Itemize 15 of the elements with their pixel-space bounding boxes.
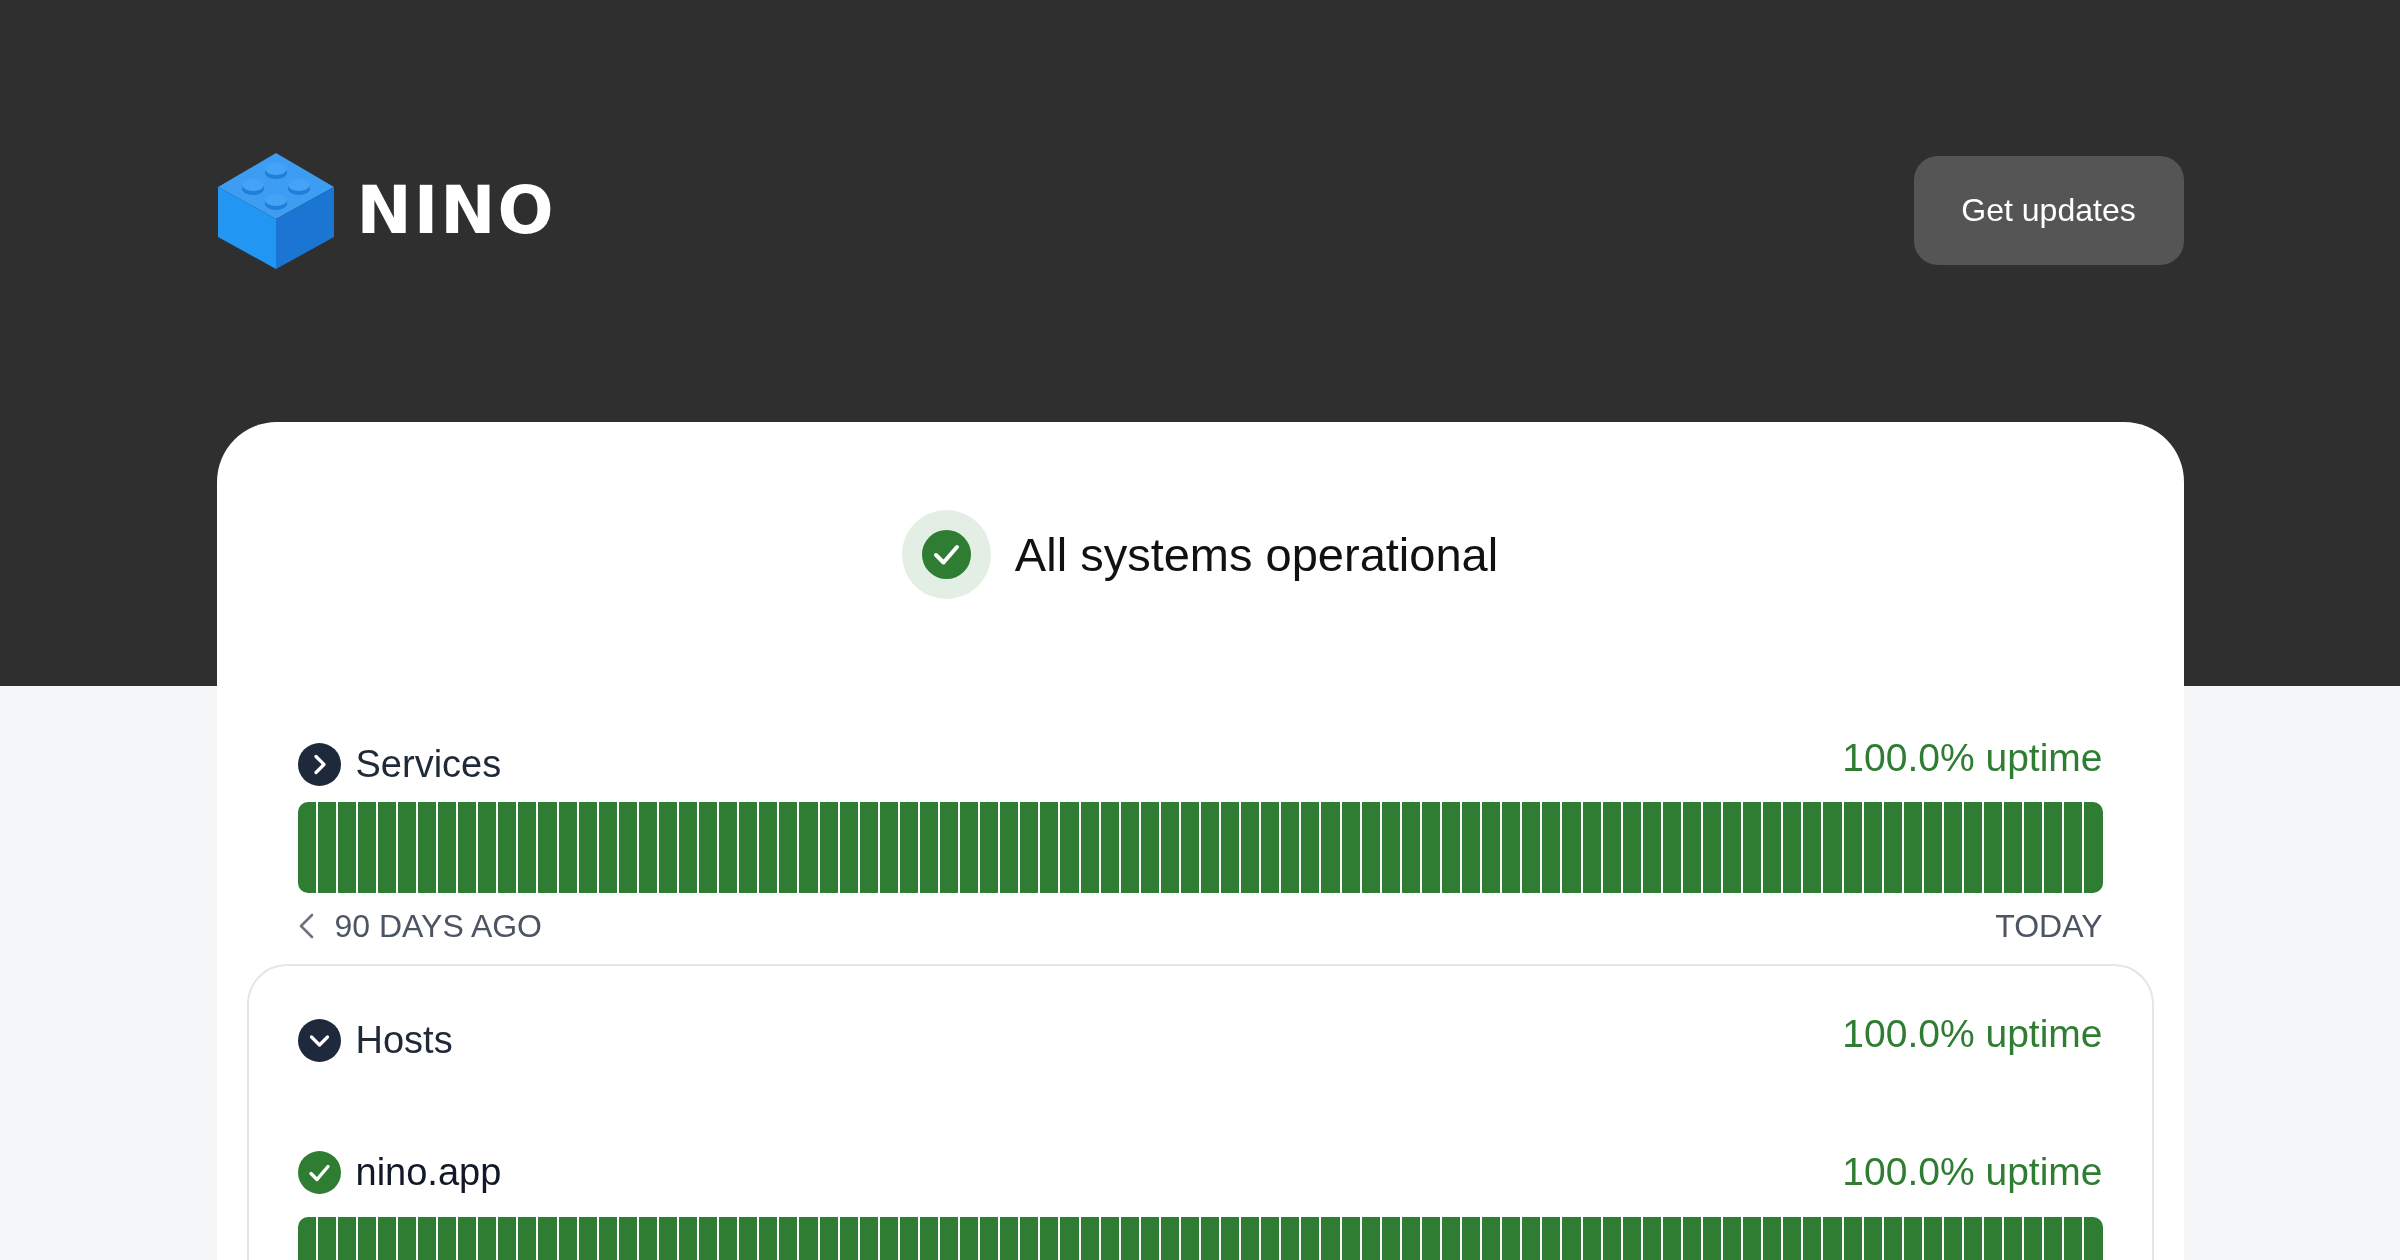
group-name: Services (355, 742, 502, 786)
uptime-text: 100.0% uptime (1842, 1150, 2103, 1194)
get-updates-button[interactable]: Get updates (1913, 156, 2184, 265)
uptime-text: 100.0% uptime (1842, 1012, 2103, 1056)
chevron-right-circle-icon[interactable] (297, 742, 341, 786)
chevron-left-icon[interactable] (297, 913, 315, 939)
status-heading: All systems operational (1014, 527, 1499, 582)
range-start-label: 90 DAYS AGO (334, 908, 542, 944)
uptime-text: 100.0% uptime (1842, 736, 2103, 780)
brick-logo-icon (216, 152, 335, 269)
group-name: Hosts (355, 1018, 453, 1062)
chevron-down-circle-icon[interactable] (297, 1018, 341, 1062)
host-name: nino.app (355, 1150, 502, 1194)
range-end-label: TODAY (1995, 908, 2103, 944)
logo-text: NINO (356, 177, 556, 244)
